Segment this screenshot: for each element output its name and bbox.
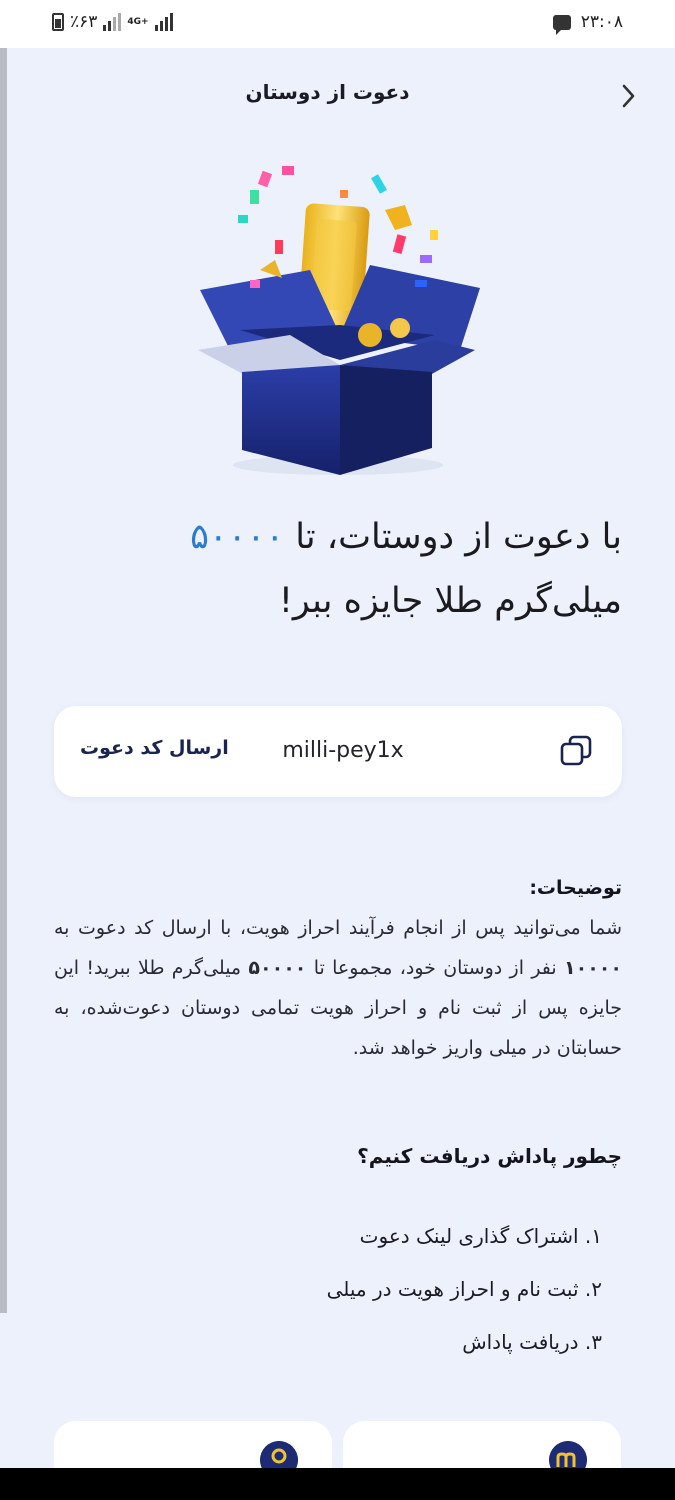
- status-right: ۲۳:۰۸: [552, 12, 623, 35]
- steps-list: ۱. اشتراک گذاری لینک دعوت ۲. ثبت نام و ا…: [54, 1210, 602, 1369]
- gift-box-illustration: [198, 166, 480, 475]
- description-text-2: نفر از دوستان خود، مجموعا تا: [313, 957, 557, 979]
- page-title: دعوت از دوستان: [245, 80, 410, 104]
- how-to-title: چطور پاداش دریافت کنیم؟: [357, 1144, 622, 1168]
- navigation-bar: [0, 1468, 675, 1500]
- signal-icon: [103, 13, 122, 31]
- headline: با دعوت از دوستات، تا ۵۰۰۰۰ میلی‌گرم طلا…: [54, 505, 622, 633]
- description-body: شما می‌توانید پس از انجام فرآیند احراز ه…: [54, 908, 622, 1068]
- invite-code-card: milli-pey1x ارسال کد دعوت: [54, 706, 622, 797]
- message-icon: [552, 14, 571, 35]
- description-title: توضیحات:: [529, 877, 622, 899]
- step-item: ۱. اشتراک گذاری لینک دعوت: [359, 1224, 602, 1248]
- headline-part1: با دعوت از دوستات، تا: [295, 517, 622, 557]
- page-header: دعوت از دوستان: [0, 48, 675, 143]
- scroll-edge: [0, 48, 7, 1313]
- status-left: ٪۶۳ 4G+: [52, 12, 173, 32]
- description-amount: ۵۰۰۰۰: [248, 957, 307, 979]
- battery-icon: [52, 13, 64, 31]
- description-text-1: شما می‌توانید پس از انجام فرآیند احراز ه…: [54, 917, 622, 939]
- step-item: ۳. دریافت پاداش: [462, 1330, 602, 1354]
- headline-amount: ۵۰۰۰۰: [190, 517, 285, 557]
- network-type: 4G+: [127, 16, 149, 27]
- description: توضیحات: شما می‌توانید پس از انجام فرآین…: [54, 868, 622, 1068]
- send-invite-button[interactable]: ارسال کد دعوت: [80, 737, 229, 759]
- description-people-count: ۱۰۰۰۰: [564, 957, 622, 979]
- step-item: ۲. ثبت نام و احراز هویت در میلی: [326, 1277, 602, 1301]
- chevron-right-icon[interactable]: [616, 82, 640, 110]
- status-bar: ٪۶۳ 4G+ ۲۳:۰۸: [0, 0, 675, 48]
- clock: ۲۳:۰۸: [580, 12, 623, 32]
- signal-icon-2: [154, 13, 173, 31]
- battery-level: ٪۶۳: [70, 12, 98, 32]
- headline-part2: میلی‌گرم طلا جایزه ببر!: [278, 581, 622, 621]
